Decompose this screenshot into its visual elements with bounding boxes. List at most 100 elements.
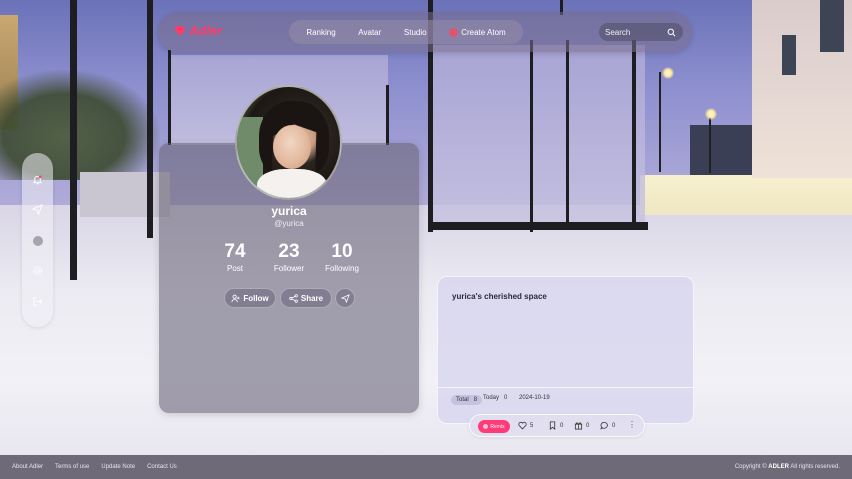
add-user-icon (231, 294, 240, 302)
more-options-icon[interactable]: ⋮ (628, 420, 636, 429)
gear-icon (33, 266, 42, 275)
like-count: 5 (530, 422, 534, 429)
visit-total-label: Total (456, 397, 469, 403)
main-nav: Ranking Avatar Studio Create Atom (289, 20, 523, 44)
remix-label: Remix (490, 423, 505, 430)
bell-icon (32, 175, 43, 185)
search-input[interactable] (605, 27, 667, 37)
visit-today-label: Today (483, 395, 500, 401)
search-icon[interactable] (667, 28, 676, 37)
copyright-prefix: Copyright © (734, 464, 767, 470)
copyright-brand: ADLER (768, 464, 789, 470)
footer-link-contact[interactable]: Contact Us (147, 464, 177, 470)
stat-followers-label: Follower (273, 264, 305, 273)
scene-lamp-light (705, 108, 717, 120)
send-message-button[interactable] (335, 288, 355, 308)
footer: About Adler Terms of use Update Note Con… (0, 455, 852, 479)
comment-button[interactable]: 0 (600, 421, 615, 430)
scene-glass-wall (430, 45, 645, 230)
scene-frame (386, 85, 389, 145)
scene-lamp-light (662, 67, 674, 79)
scene-frame (566, 40, 569, 230)
footer-link-terms[interactable]: Terms of use (55, 464, 89, 470)
scene-street-lamp (709, 113, 711, 173)
scene-frame (428, 222, 648, 230)
top-navigation-bar: Adler Ranking Avatar Studio Create Atom (158, 12, 692, 52)
notifications-button[interactable] (29, 171, 46, 188)
avatar[interactable] (235, 85, 342, 200)
scene-city-buildings (690, 125, 760, 175)
visit-total-value: 8 (473, 397, 478, 403)
comment-icon (600, 421, 608, 430)
dot-icon (32, 235, 43, 246)
stat-posts-label: Post (226, 264, 243, 273)
space-title[interactable]: yurica's cherished space (452, 292, 547, 301)
share-icon (289, 293, 298, 303)
scene-floor (0, 205, 852, 455)
nav-studio[interactable]: Studio (404, 28, 427, 37)
like-button[interactable]: 5 (518, 421, 533, 430)
brand-logo[interactable]: Adler (174, 23, 222, 38)
scene-frame (530, 40, 533, 232)
scene-frame (632, 40, 636, 225)
atom-icon (449, 27, 459, 37)
scene-frame (70, 0, 77, 280)
bookmark-icon (549, 421, 556, 430)
copyright: Copyright © ADLER All rights reserved. (735, 464, 840, 470)
nav-create-atom[interactable]: Create Atom (449, 27, 506, 37)
comment-count: 0 (612, 422, 616, 429)
profile-handle: @yurica (274, 219, 304, 228)
visit-total-pill: Total 8 (451, 395, 483, 405)
scene-street-lamp (659, 72, 661, 172)
gift-button[interactable]: 0 (574, 421, 589, 430)
space-action-bar: Remix 5 0 0 0 ⋮ (469, 414, 645, 437)
status-button[interactable] (29, 232, 46, 249)
scene-frame (168, 50, 171, 145)
follow-button[interactable]: Follow (224, 288, 276, 308)
stat-posts[interactable]: 74 Post (205, 242, 265, 273)
visit-total: Total 8 (451, 395, 483, 405)
share-button[interactable]: Share (280, 288, 332, 308)
scene-gray-floor (80, 172, 170, 217)
visit-today: Today 0 (483, 395, 507, 401)
footer-link-about[interactable]: About Adler (12, 464, 43, 470)
3d-scene-background[interactable] (0, 0, 852, 479)
stat-following[interactable]: 10 Following (312, 242, 372, 273)
profile-username: yurica (271, 204, 307, 218)
scene-frame (147, 0, 153, 238)
scene-yellow-wall (640, 175, 852, 215)
send-icon (340, 293, 350, 303)
logout-icon (33, 297, 43, 306)
logo-icon (174, 25, 186, 36)
settings-button[interactable] (29, 262, 46, 279)
stat-posts-value: 74 (224, 241, 246, 262)
space-divider (438, 387, 693, 388)
nav-create-atom-label: Create Atom (461, 27, 506, 37)
stat-followers[interactable]: 23 Follower (259, 242, 319, 273)
footer-link-update-note[interactable]: Update Note (101, 464, 135, 470)
brand-name: Adler (189, 23, 223, 38)
bookmark-button[interactable]: 0 (548, 421, 563, 430)
nav-avatar[interactable]: Avatar (358, 28, 381, 37)
gift-icon (574, 422, 583, 430)
follow-button-label: Follow (243, 293, 269, 303)
footer-links: About Adler Terms of use Update Note Con… (12, 464, 177, 470)
stat-following-label: Following (325, 264, 359, 273)
logout-button[interactable] (29, 293, 46, 310)
bookmark-count: 0 (560, 422, 564, 429)
space-date: 2024-10-19 (519, 395, 550, 401)
remix-button[interactable]: Remix (478, 420, 510, 433)
stat-followers-value: 23 (278, 241, 300, 262)
visit-today-value: 0 (504, 395, 508, 401)
send-icon (32, 204, 43, 215)
side-rail (22, 153, 53, 327)
messages-button[interactable] (29, 201, 46, 218)
share-button-label: Share (300, 293, 324, 303)
scene-right-building (752, 0, 852, 178)
gift-count: 0 (586, 422, 590, 429)
remix-icon (483, 424, 489, 429)
heart-icon (518, 421, 527, 430)
search-box (599, 23, 683, 41)
copyright-suffix: All rights reserved. (790, 464, 840, 470)
nav-ranking[interactable]: Ranking (306, 28, 335, 37)
